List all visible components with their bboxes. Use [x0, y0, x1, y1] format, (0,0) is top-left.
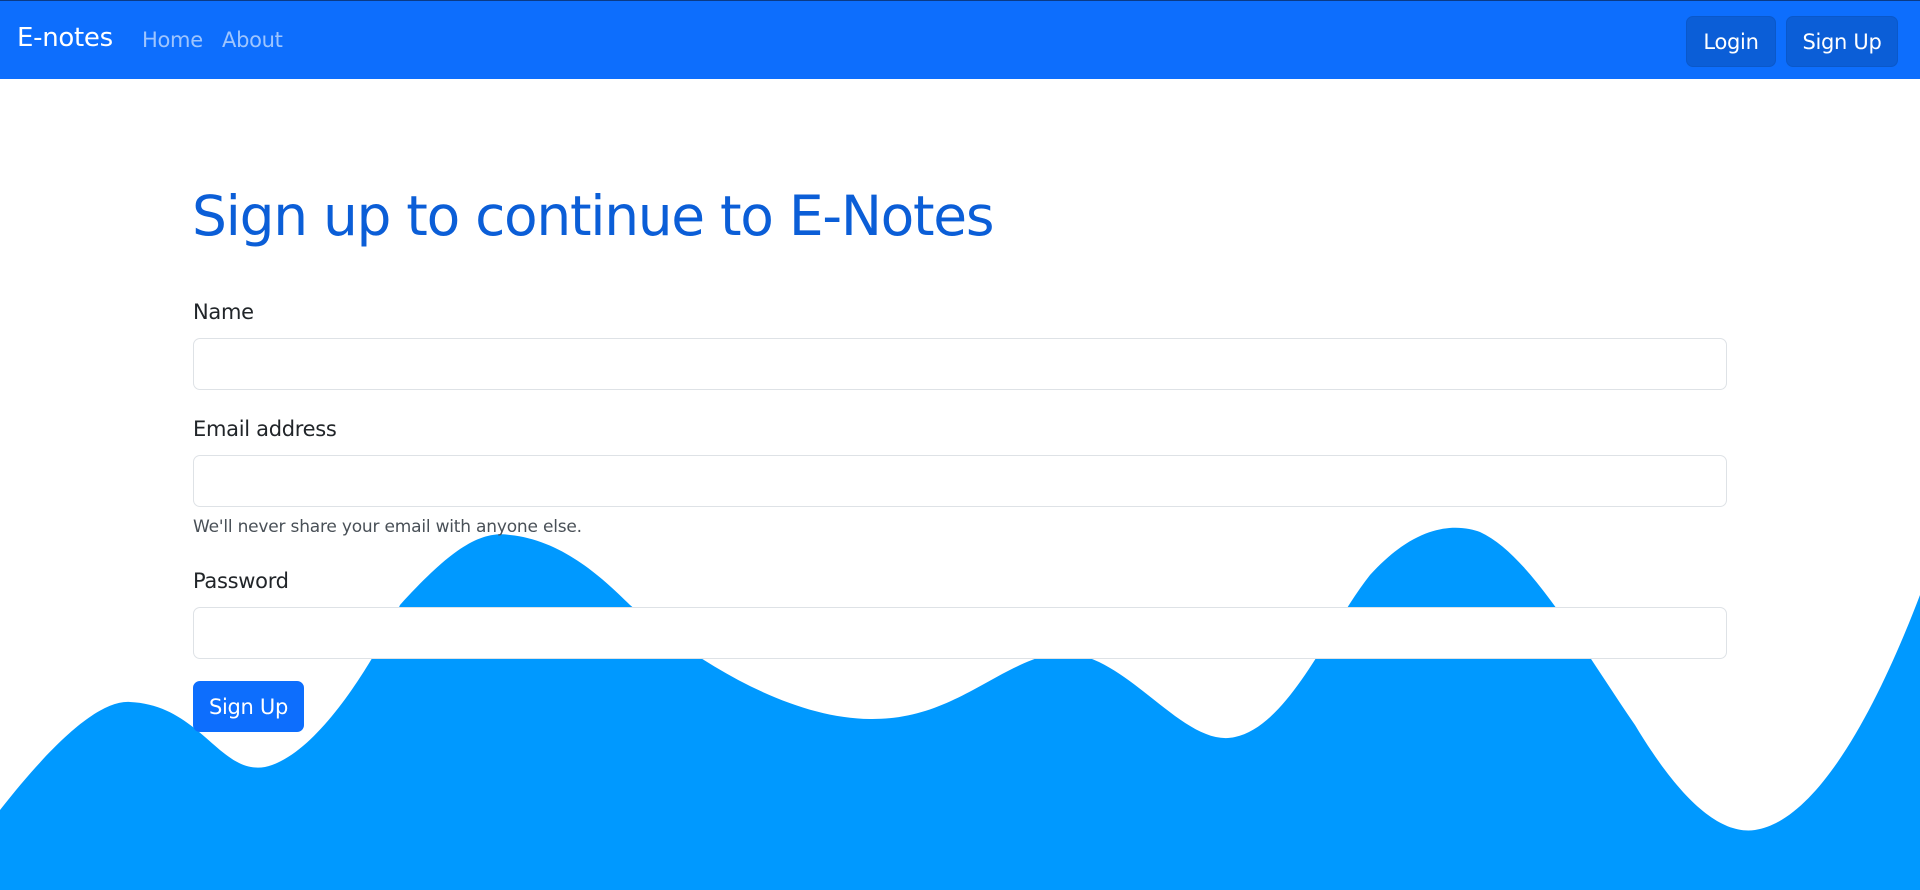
email-input[interactable]	[193, 455, 1727, 507]
signup-form-container: Sign up to continue to E-Notes Name Emai…	[0, 0, 1920, 890]
email-label: Email address	[193, 417, 337, 441]
page-title: Sign up to continue to E-Notes	[192, 184, 994, 248]
email-help-text: We'll never share your email with anyone…	[193, 517, 582, 537]
name-input[interactable]	[193, 338, 1727, 390]
password-label: Password	[193, 569, 289, 593]
password-input[interactable]	[193, 607, 1727, 659]
name-label: Name	[193, 300, 254, 324]
signup-submit-button[interactable]: Sign Up	[193, 681, 304, 732]
